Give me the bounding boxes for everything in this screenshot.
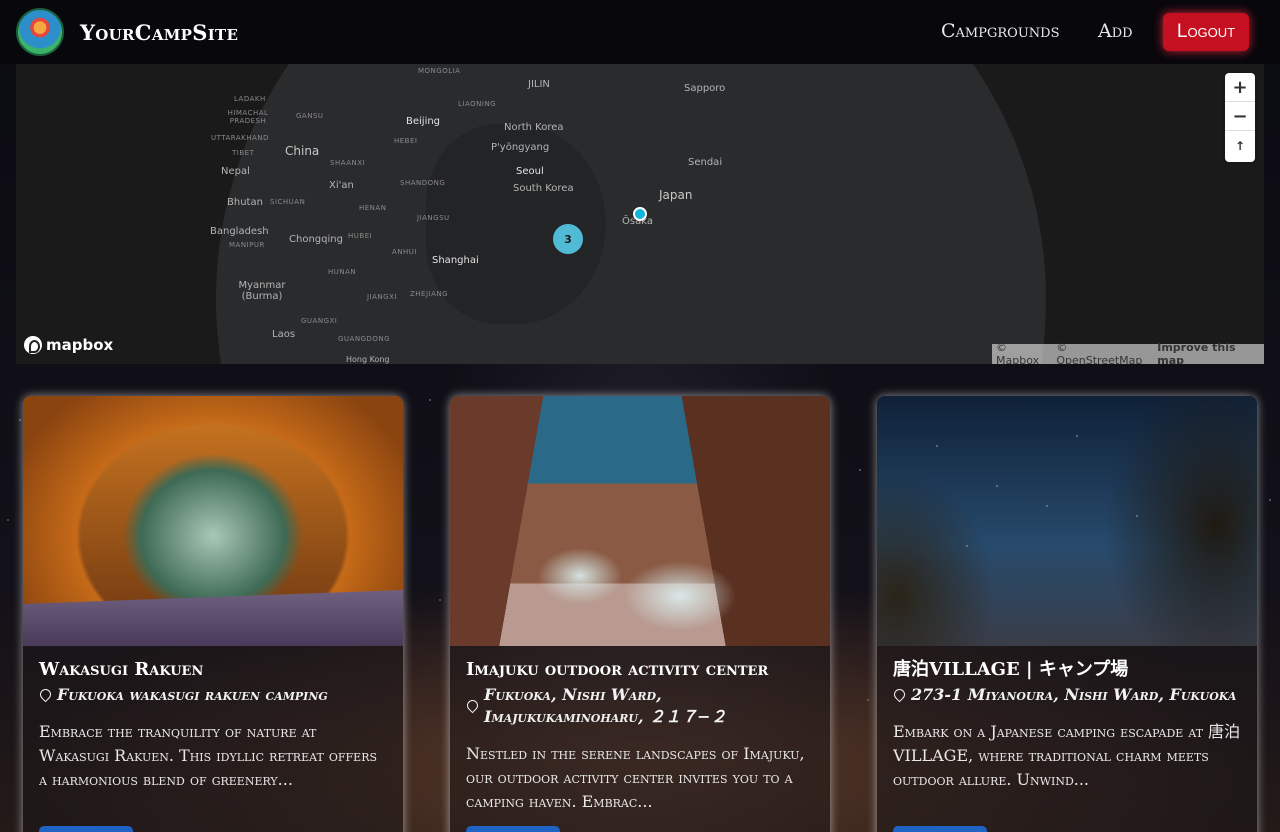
map-label: HIMACHAL PRADESH [227,109,269,125]
map-label: SICHUAN [270,198,306,206]
osm-attribution-link[interactable]: © OpenStreetMap [1056,341,1151,364]
map-pin-icon [39,689,51,701]
map-label: Xi'an [329,180,354,191]
map-label: HENAN [359,204,387,212]
map-label: Bhutan [227,197,263,208]
map-label: North Korea [504,122,564,133]
map-point-marker[interactable] [633,207,647,221]
map-label: ANHUI [392,248,417,256]
map-label: LADAKH [234,95,266,103]
map-label: ZHEJIANG [410,290,449,298]
map-label: SHAANXI [330,159,366,167]
map-label: JIANGXI [367,293,397,301]
campground-location-text: 273-1 Miyanoura, Nishi Ward, Fukuoka [911,685,1237,704]
map-label: P'yŏngyang [491,142,550,153]
campground-description: Embrace the tranquility of nature at Wak… [39,722,378,789]
map-label: Laos [272,329,296,340]
map-label: Hong Kong [346,355,390,364]
brand-name[interactable]: YourCampSite [80,20,238,45]
map-label: GANSU [296,112,324,120]
map-label: Beijing [406,116,441,127]
map-label: Myanmar (Burma) [238,280,286,302]
view-campground-button[interactable] [893,826,987,832]
map-label: Bangladesh [210,226,269,237]
map-pin-icon [466,700,478,712]
navbar: YourCampSite Campgrounds Add Logout [0,0,1280,64]
campground-description: Nestled in the serene landscapes of Imaj… [466,744,805,811]
campground-description: Embark on a Japanese camping escapade at… [893,722,1241,789]
campground-title: Imajuku outdoor activity center [466,659,769,680]
campground-image [23,396,403,646]
map-label: Sapporo [684,83,726,94]
compass-reset-button[interactable]: ↑ [1225,131,1255,160]
view-campground-button[interactable] [39,826,133,832]
map-label: SHANDONG [400,179,446,187]
logout-button[interactable]: Logout [1163,13,1249,51]
map-label: UTTARAKHAND [211,134,269,142]
map-label: MONGOLIA [418,67,461,75]
nav-campgrounds-link[interactable]: Campgrounds [941,20,1059,42]
map-label: South Korea [513,183,574,194]
view-campground-button[interactable] [466,826,560,832]
map-label: Seoul [516,166,544,177]
zoom-out-button[interactable]: − [1225,102,1255,131]
map-label: TIBET [232,149,255,157]
campground-image [450,396,830,646]
map-label: Sendai [688,157,723,168]
improve-map-link[interactable]: Improve this map [1157,341,1260,364]
map-label: Chongqing [289,234,343,245]
campground-location: Fukuoka, Nishi Ward, Imajukukaminoharu, … [466,684,814,728]
mapbox-attribution-link[interactable]: © Mapbox [996,341,1050,364]
mapbox-logo-icon [24,336,42,354]
map-label: HEBEI [394,137,418,145]
map-label: JIANGSU [417,214,450,222]
campground-title: 唐泊VILLAGE | キャンプ場 [893,659,1129,680]
campground-location: 273-1 Miyanoura, Nishi Ward, Fukuoka [893,684,1241,706]
map-label: LIAONING [458,100,497,108]
map-label: Japan [659,188,693,202]
map-label: Nepal [221,166,250,177]
map-pin-icon [893,689,905,701]
map-navigation-control: + − ↑ [1225,73,1255,162]
map-label: GUANGXI [301,317,338,325]
map-globe [216,64,1046,364]
mapbox-logo[interactable]: mapbox [24,336,113,354]
campground-location-text: Fukuoka, Nishi Ward, Imajukukaminoharu, … [484,685,727,726]
mapbox-logo-text: mapbox [46,336,114,354]
map-label: GUANGDONG [338,335,391,343]
map-attribution: © Mapbox © OpenStreetMap Improve this ma… [992,341,1264,364]
map-sea [426,124,606,324]
campsite-logo-icon[interactable] [16,8,64,56]
map-label: HUBEI [348,232,373,240]
campground-card: Imajuku outdoor activity center Fukuoka,… [450,396,830,832]
map-label: HUNAN [328,268,357,276]
map-cluster-marker[interactable]: 3 [553,224,583,254]
campground-card: Wakasugi Rakuen Fukuoka wakasugi rakuen … [23,396,403,832]
campground-location: Fukuoka wakasugi rakuen camping [39,684,387,706]
map-label: MANIPUR [229,241,265,249]
cluster-map[interactable]: MONGOLIA JILIN Sapporo LADAKH LIAONING H… [16,64,1264,364]
campground-card: 唐泊VILLAGE | キャンプ場 273-1 Miyanoura, Nishi… [877,396,1257,832]
zoom-in-button[interactable]: + [1225,73,1255,102]
campground-image [877,396,1257,646]
nav-add-link[interactable]: Add [1098,20,1133,42]
map-label: JILIN [528,79,550,90]
campground-title: Wakasugi Rakuen [39,659,204,680]
map-label: China [285,144,320,158]
map-label: Shanghai [432,255,479,266]
campground-location-text: Fukuoka wakasugi rakuen camping [57,685,328,704]
